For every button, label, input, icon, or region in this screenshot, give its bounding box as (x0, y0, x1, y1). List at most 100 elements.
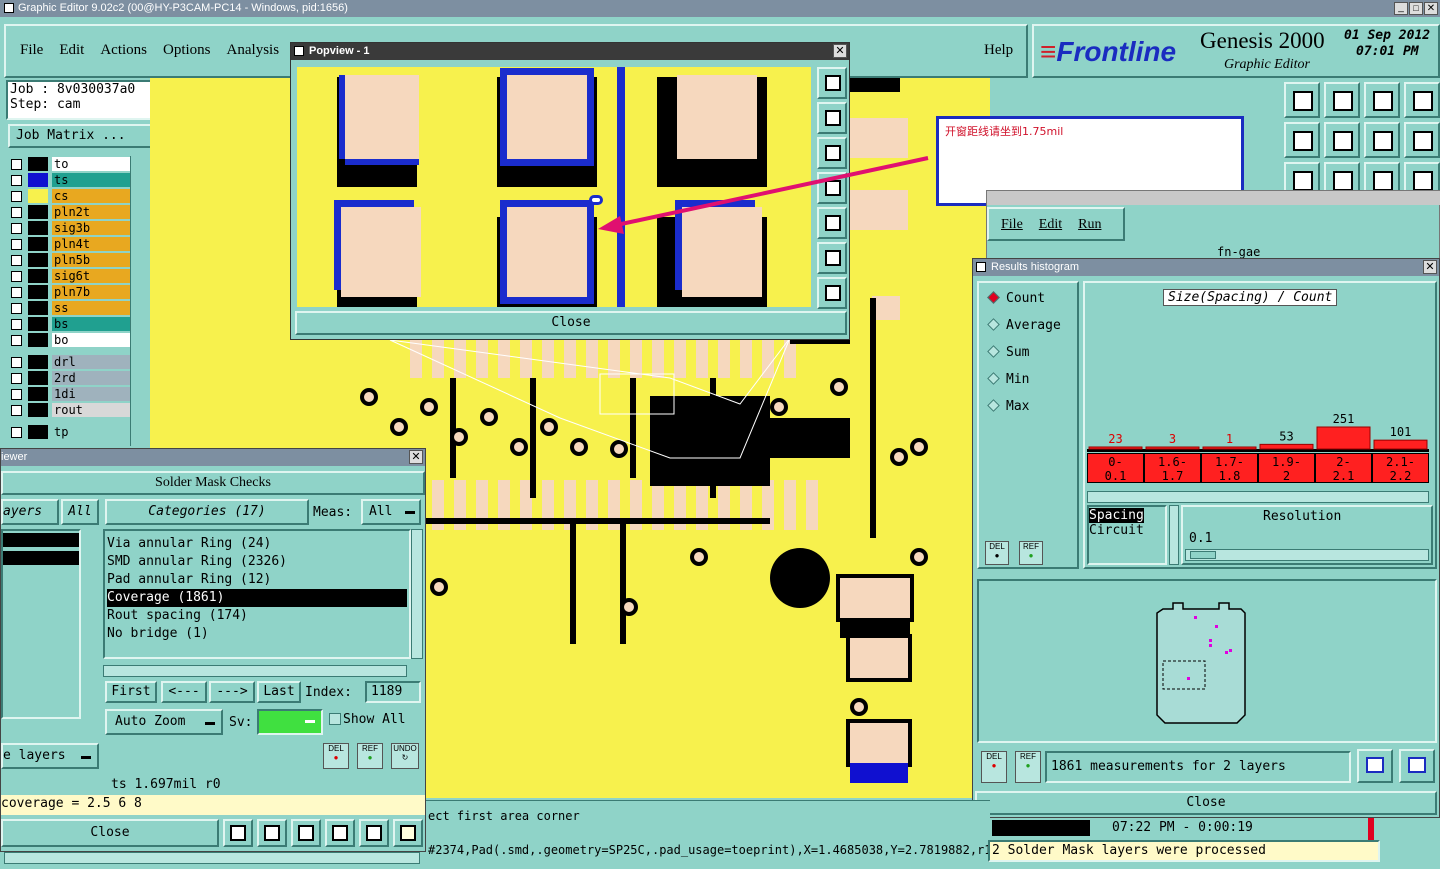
layer-row-1di[interactable]: 1di (8, 386, 136, 402)
layer-name[interactable]: pln2t (52, 205, 136, 219)
run-menu-run[interactable]: Run (1078, 217, 1101, 232)
zoom-fit-icon[interactable] (817, 67, 847, 99)
menu-options[interactable]: Options (163, 42, 211, 58)
layer-swatch[interactable] (28, 425, 48, 439)
layer-name[interactable]: tp (52, 425, 136, 439)
zoom-in-icon[interactable] (817, 242, 847, 274)
menu-edit[interactable]: Edit (59, 42, 84, 58)
layer-swatch[interactable] (28, 269, 48, 283)
category-item[interactable]: Rout spacing (174) (107, 607, 407, 625)
menu-analysis[interactable]: Analysis (227, 42, 280, 58)
import-icon[interactable] (1324, 82, 1360, 118)
layer-name[interactable]: to (52, 157, 136, 171)
hist-ref2-button[interactable]: REF ● (1015, 751, 1041, 783)
radio-max[interactable]: Max (987, 399, 1029, 414)
layer-name[interactable]: pln5b (52, 253, 136, 267)
layer-row-ts[interactable]: ts (8, 172, 136, 188)
layer-name[interactable]: rout (52, 403, 136, 417)
maximize-button[interactable]: □ (1409, 2, 1423, 15)
meas-select[interactable]: All (361, 499, 421, 525)
layer-swatch[interactable] (28, 403, 48, 417)
hist-list-scroll[interactable] (1169, 505, 1179, 565)
popview-close-icon[interactable]: ✕ (833, 44, 847, 58)
layer-checkbox[interactable] (11, 175, 22, 186)
layer-row-sig6t[interactable]: sig6t (8, 268, 136, 284)
layer-checkbox[interactable] (11, 159, 22, 170)
categories-hscroll[interactable] (103, 665, 407, 677)
histogram-bin[interactable]: 1.6- 1.7 (1144, 453, 1201, 483)
viewer-undo-button[interactable]: UNDO ↻ (391, 743, 419, 769)
layer-row-to[interactable]: to (8, 156, 136, 172)
zoom-out-icon[interactable] (817, 277, 847, 309)
chart-icon[interactable] (223, 819, 253, 847)
left-icon[interactable] (1284, 122, 1320, 158)
index-input[interactable]: 1189 (365, 681, 421, 703)
menu-help[interactable]: Help (984, 42, 1013, 59)
hist-list-spacing[interactable]: Spacing (1089, 508, 1144, 523)
run-menu-edit[interactable]: Edit (1039, 217, 1062, 232)
histogram-bar[interactable] (1088, 446, 1143, 450)
layer-name[interactable]: sig6t (52, 269, 136, 283)
last-button[interactable]: Last (257, 681, 301, 703)
layer-swatch[interactable] (28, 285, 48, 299)
radio-sum[interactable]: Sum (987, 345, 1029, 360)
layer-checkbox[interactable] (11, 287, 22, 298)
histogram-bar[interactable] (1373, 439, 1428, 450)
sv-color-select[interactable] (257, 709, 323, 735)
layer-name[interactable]: pln4t (52, 237, 136, 251)
histogram-icon[interactable] (393, 819, 423, 847)
layer-swatch[interactable] (28, 157, 48, 171)
layer-row-pln5b[interactable]: pln5b (8, 252, 136, 268)
layer-swatch[interactable] (28, 387, 48, 401)
resolution-slider[interactable] (1185, 549, 1429, 561)
right-icon[interactable] (1324, 122, 1360, 158)
layer-checkbox[interactable] (11, 427, 22, 438)
layer-checkbox[interactable] (11, 319, 22, 330)
histogram-bin[interactable]: 0- 0.1 (1087, 453, 1144, 483)
layer-name[interactable]: pln7b (52, 285, 136, 299)
layer-name[interactable]: ss (52, 301, 136, 315)
category-item[interactable]: Via annular Ring (24) (107, 535, 407, 553)
viewer-del-button[interactable]: DEL ● (323, 743, 349, 769)
layer-checkbox[interactable] (11, 223, 22, 234)
e-layers-select[interactable]: e layers (1, 743, 99, 769)
layer-row-bs[interactable]: bs (8, 316, 136, 332)
histogram-hscroll[interactable] (1087, 491, 1429, 503)
swap-icon[interactable] (1364, 122, 1400, 158)
hist-del2-button[interactable]: DEL ● (981, 751, 1007, 783)
histogram-bin[interactable]: 1.7- 1.8 (1201, 453, 1258, 483)
histogram-close-button[interactable]: Close (975, 791, 1437, 815)
layer-checkbox[interactable] (11, 357, 22, 368)
layer-checkbox[interactable] (11, 303, 22, 314)
histogram-bin[interactable]: 1.9- 2 (1258, 453, 1315, 483)
layer-swatch[interactable] (28, 317, 48, 331)
layer-name[interactable]: bo (52, 333, 136, 347)
hist-list-circuit[interactable]: Circuit (1089, 523, 1165, 538)
layer-row-sig3b[interactable]: sig3b (8, 220, 136, 236)
home-icon[interactable] (1284, 82, 1320, 118)
layer-checkbox[interactable] (11, 191, 22, 202)
layer-swatch[interactable] (28, 173, 48, 187)
menu-actions[interactable]: Actions (100, 42, 147, 58)
layer-swatch[interactable] (28, 221, 48, 235)
popview-close-button[interactable]: Close (295, 311, 847, 335)
layer-row-rout[interactable]: rout (8, 402, 136, 418)
layer-checkbox[interactable] (11, 255, 22, 266)
histogram-bar[interactable] (1259, 443, 1314, 450)
layer-swatch[interactable] (28, 237, 48, 251)
auto-zoom-select[interactable]: Auto Zoom (105, 709, 223, 735)
minimize-button[interactable]: _ (1394, 2, 1408, 15)
show-all-checkbox[interactable] (329, 713, 341, 725)
report-icon[interactable] (359, 819, 389, 847)
category-item[interactable]: SMD annular Ring (2326) (107, 553, 407, 571)
page-up-icon[interactable] (817, 102, 847, 134)
layer-swatch[interactable] (28, 371, 48, 385)
house-icon[interactable] (1364, 82, 1400, 118)
layer-name[interactable]: 1di (52, 387, 136, 401)
layer-checkbox[interactable] (11, 405, 22, 416)
histogram-bar[interactable] (1145, 446, 1200, 450)
layer-name[interactable]: ts (52, 173, 136, 187)
layer-name[interactable]: bs (52, 317, 136, 331)
run-menu-file[interactable]: File (1001, 217, 1023, 232)
viewer-close-icon[interactable]: ✕ (409, 450, 423, 464)
